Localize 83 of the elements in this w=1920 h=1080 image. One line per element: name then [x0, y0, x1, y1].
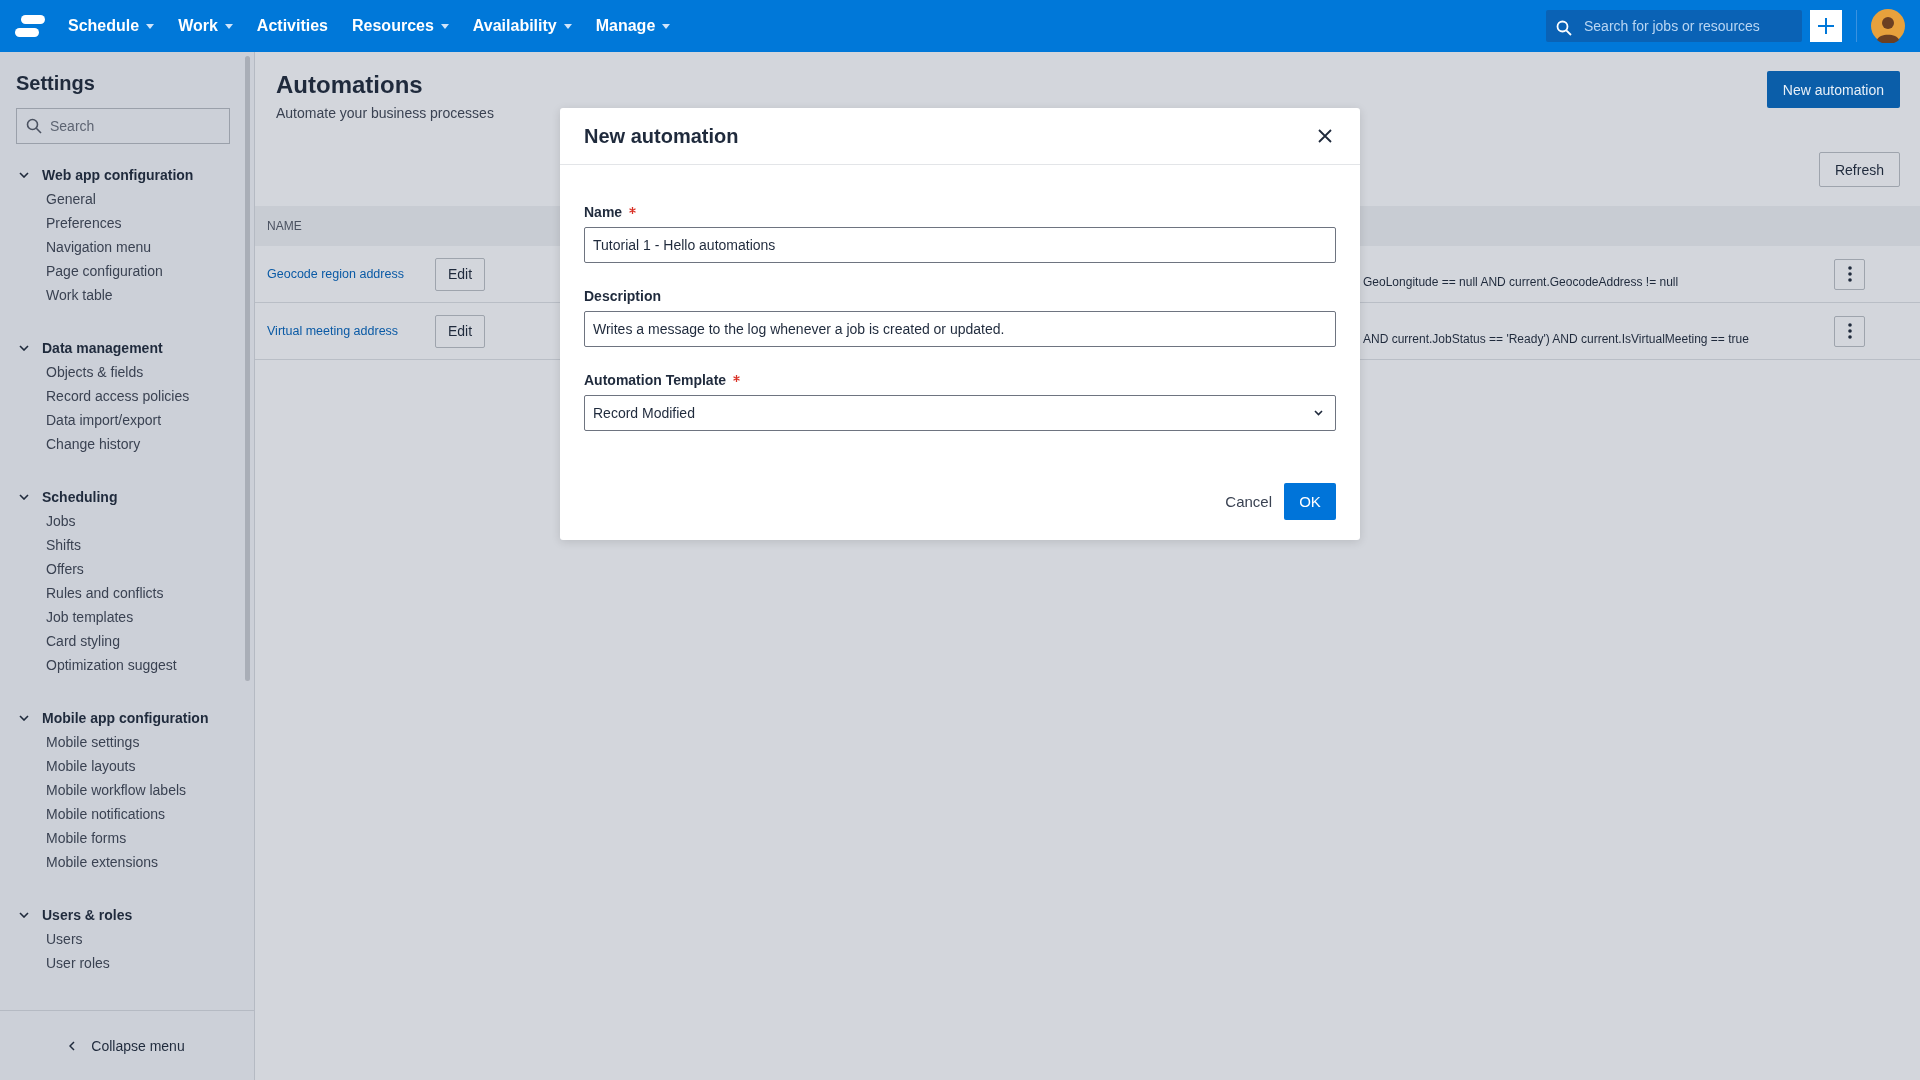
sidebar-item[interactable]: Jobs	[16, 509, 76, 533]
sidebar-section-header[interactable]: Web app configuration	[16, 163, 254, 187]
input-field[interactable]: Writes a message to the log whenever a job is created or updated.	[584, 311, 1336, 347]
caret-icon	[440, 23, 449, 29]
sidebar-item[interactable]: Mobile settings	[16, 730, 140, 754]
sidebar-item[interactable]: Navigation menu	[16, 235, 152, 259]
sidebar-section-header[interactable]: Scheduling	[16, 485, 254, 509]
caret-icon	[662, 23, 671, 29]
logo-icon[interactable]	[15, 15, 45, 37]
sidebar-item[interactable]: Rules and conflicts	[16, 581, 164, 605]
nav-menu-item[interactable]: Resources	[352, 17, 449, 35]
sidebar-item[interactable]: Mobile workflow labels	[16, 778, 187, 802]
page-title: Automations	[276, 71, 424, 99]
sidebar-item[interactable]: Page configuration	[16, 259, 163, 283]
automation-link[interactable]: Geocode region address	[267, 267, 435, 281]
sidebar-item[interactable]: Job templates	[16, 605, 134, 629]
field-label: Description	[584, 288, 661, 304]
collapse-menu-button[interactable]: Collapse menu	[0, 1010, 254, 1080]
caret-icon	[563, 23, 572, 29]
sidebar-item[interactable]: Work table	[16, 283, 113, 307]
sidebar-item[interactable]: Users	[16, 927, 83, 951]
sidebar-title: Settings	[16, 72, 96, 95]
search-field[interactable]: Search	[16, 108, 230, 144]
table-cell-text: GeoLongitude == null AND current.GeocodeAddress != null	[1363, 274, 1680, 289]
sidebar-item[interactable]: Card styling	[16, 629, 120, 653]
nav-menu-item[interactable]: Schedule	[68, 17, 155, 35]
dialog-title: New automation	[584, 124, 739, 148]
nav-menu-item[interactable]: Work	[178, 17, 233, 35]
sidebar-item[interactable]: Mobile layouts	[16, 754, 136, 778]
chevron-icon	[19, 494, 29, 500]
chevron-icon	[19, 345, 29, 351]
sidebar-item[interactable]: Offers	[16, 557, 84, 581]
sidebar-section-header[interactable]: Users & roles	[16, 903, 254, 927]
chevron-icon	[19, 715, 29, 721]
close-icon	[1318, 129, 1332, 143]
input-field[interactable]: Tutorial 1 - Hello automations	[584, 227, 1336, 263]
chevron-down-icon	[1314, 410, 1323, 416]
sidebar-item[interactable]: Optimization suggest	[16, 653, 177, 677]
chevron-icon	[19, 912, 29, 918]
sidebar-item[interactable]: Data import/export	[16, 408, 162, 432]
automation-link[interactable]: Virtual meeting address	[267, 324, 435, 338]
more-icon	[1847, 266, 1852, 282]
sidebar-item[interactable]: Mobile extensions	[16, 850, 159, 874]
sidebar-item[interactable]: User roles	[16, 951, 110, 975]
caret-icon	[146, 23, 155, 29]
sidebar-item[interactable]: Mobile notifications	[16, 802, 166, 826]
caret-icon	[224, 23, 233, 29]
search-field[interactable]: Search for jobs or resources	[1546, 10, 1802, 42]
template-dropdown[interactable]: Record Modified	[584, 395, 1336, 431]
edit-button[interactable]: Edit	[435, 257, 485, 291]
nav-menu-item[interactable]: Manage	[595, 17, 671, 35]
new-automation-button[interactable]: New automation	[1766, 71, 1900, 108]
sidebar-item[interactable]: Objects & fields	[16, 360, 144, 384]
sidebar-item[interactable]: General	[16, 187, 96, 211]
more-options-button[interactable]	[1834, 315, 1865, 347]
sidebar-section-header[interactable]: Data management	[16, 336, 254, 360]
scrollbar-thumb[interactable]	[245, 56, 250, 681]
field-label: Name	[584, 204, 623, 220]
add-button[interactable]	[1810, 10, 1842, 42]
refresh-button[interactable]: Refresh	[1818, 152, 1900, 187]
nav-menu-item[interactable]: Availability	[472, 17, 572, 35]
sidebar-item[interactable]: Preferences	[16, 211, 122, 235]
column-header: NAME	[267, 219, 302, 233]
cancel-button[interactable]: Cancel	[1225, 493, 1272, 510]
chevron-left-icon	[69, 1040, 76, 1051]
sidebar-item[interactable]: Record access policies	[16, 384, 190, 408]
more-icon	[1847, 323, 1852, 339]
sidebar-section-header[interactable]: Mobile app configuration	[16, 706, 254, 730]
sidebar-item[interactable]: Change history	[16, 432, 141, 456]
field-label: Automation Template	[584, 372, 727, 388]
plus-icon	[1817, 17, 1835, 35]
search-icon	[1556, 20, 1572, 36]
sidebar-item[interactable]: Mobile forms	[16, 826, 127, 850]
chevron-icon	[19, 172, 29, 178]
more-options-button[interactable]	[1834, 258, 1865, 290]
page-subtitle: Automate your business processes	[276, 105, 494, 121]
edit-button[interactable]: Edit	[435, 314, 485, 348]
avatar[interactable]	[1871, 9, 1905, 43]
nav-menu-item[interactable]: Activities	[256, 17, 328, 35]
table-cell-text: AND current.JobStatus == 'Ready') AND current.IsVirtualMeeting == true	[1363, 331, 1750, 346]
search-icon	[26, 118, 42, 134]
sidebar-item[interactable]: Shifts	[16, 533, 81, 557]
ok-button[interactable]: OK	[1284, 483, 1336, 520]
